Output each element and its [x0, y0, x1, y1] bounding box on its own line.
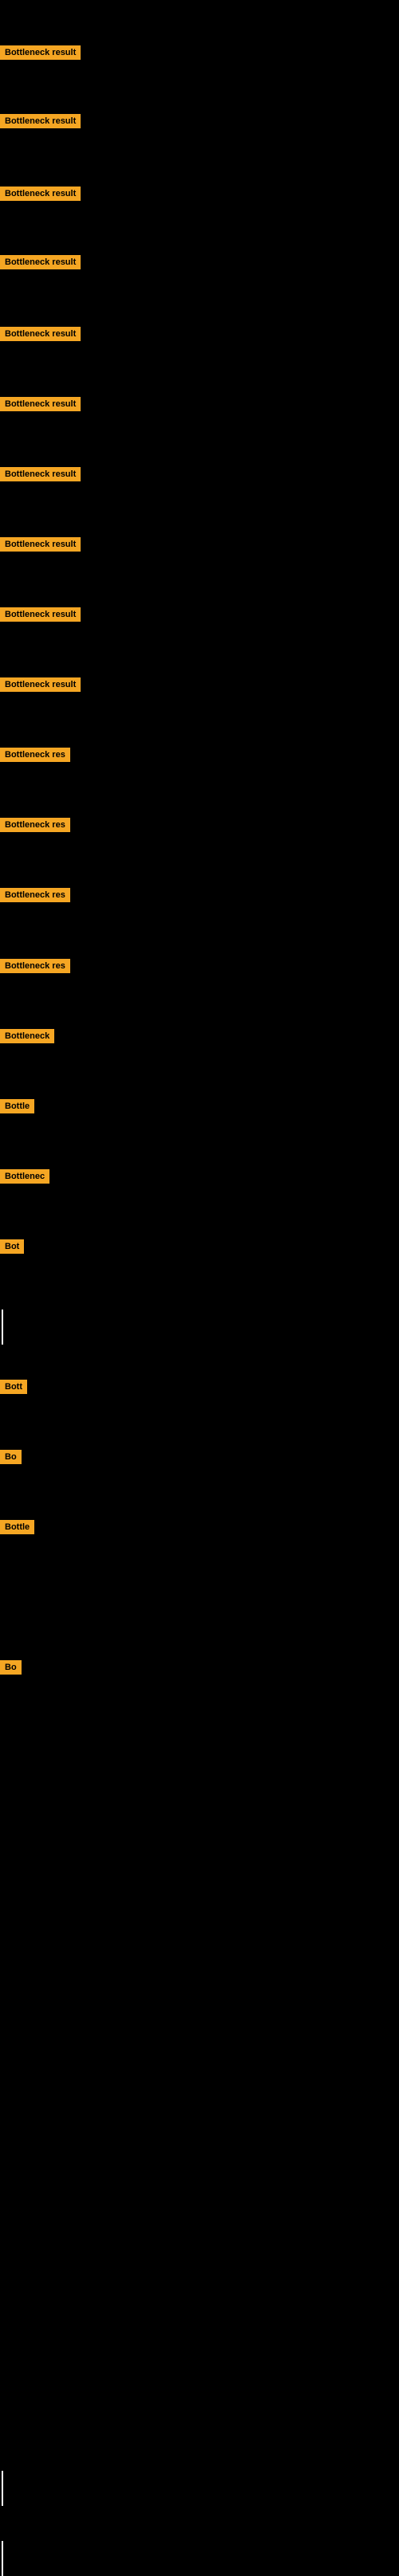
bottleneck-label: Bottleneck result [0, 114, 81, 128]
badge-21: Bottle [0, 1520, 34, 1538]
site-title [0, 3, 399, 13]
bottleneck-label: Bottleneck result [0, 397, 81, 411]
badge-2: Bottleneck result [0, 114, 81, 132]
badge-12: Bottleneck res [0, 818, 70, 836]
badge-16: Bottle [0, 1099, 34, 1117]
bottleneck-label: Bottleneck result [0, 45, 81, 60]
bottleneck-label: Bottleneck res [0, 818, 70, 832]
bottleneck-label: Bottleneck res [0, 888, 70, 902]
badge-5: Bottleneck result [0, 327, 81, 345]
badge-19: Bott [0, 1380, 27, 1398]
bottleneck-label: Bottleneck res [0, 959, 70, 973]
badge-8: Bottleneck result [0, 537, 81, 556]
bottleneck-label: Bottle [0, 1520, 34, 1534]
bottleneck-label: Bottleneck result [0, 255, 81, 269]
badge-4: Bottleneck result [0, 255, 81, 273]
badge-9: Bottleneck result [0, 607, 81, 626]
badge-15: Bottleneck [0, 1029, 54, 1047]
bottleneck-label: Bottleneck [0, 1029, 54, 1043]
vertical-line-2 [2, 2471, 3, 2506]
bottleneck-label: Bottleneck result [0, 537, 81, 552]
badge-13: Bottleneck res [0, 888, 70, 906]
badge-7: Bottleneck result [0, 467, 81, 485]
badge-1: Bottleneck result [0, 45, 81, 64]
badge-18: Bot [0, 1239, 24, 1258]
vertical-line-1 [2, 1310, 3, 1345]
bottleneck-label: Bottleneck result [0, 607, 81, 622]
bottleneck-label: Bott [0, 1380, 27, 1394]
badge-14: Bottleneck res [0, 959, 70, 977]
bottleneck-label: Bottleneck result [0, 467, 81, 481]
bottleneck-label: Bottleneck result [0, 187, 81, 201]
badge-10: Bottleneck result [0, 677, 81, 696]
bottleneck-label: Bottleneck result [0, 677, 81, 692]
badge-6: Bottleneck result [0, 397, 81, 415]
bottleneck-label: Bot [0, 1239, 24, 1254]
badge-17: Bottlenec [0, 1169, 49, 1188]
bottleneck-label: Bo [0, 1450, 22, 1464]
bottleneck-label: Bottleneck result [0, 327, 81, 341]
bottleneck-label: Bottlenec [0, 1169, 49, 1184]
badge-20: Bo [0, 1450, 22, 1468]
vertical-line-3 [2, 2541, 3, 2576]
bottleneck-label: Bottleneck res [0, 748, 70, 762]
badge-11: Bottleneck res [0, 748, 70, 766]
bottleneck-label: Bo [0, 1660, 22, 1675]
bottleneck-label: Bottle [0, 1099, 34, 1113]
badge-3: Bottleneck result [0, 187, 81, 205]
badge-22: Bo [0, 1660, 22, 1679]
